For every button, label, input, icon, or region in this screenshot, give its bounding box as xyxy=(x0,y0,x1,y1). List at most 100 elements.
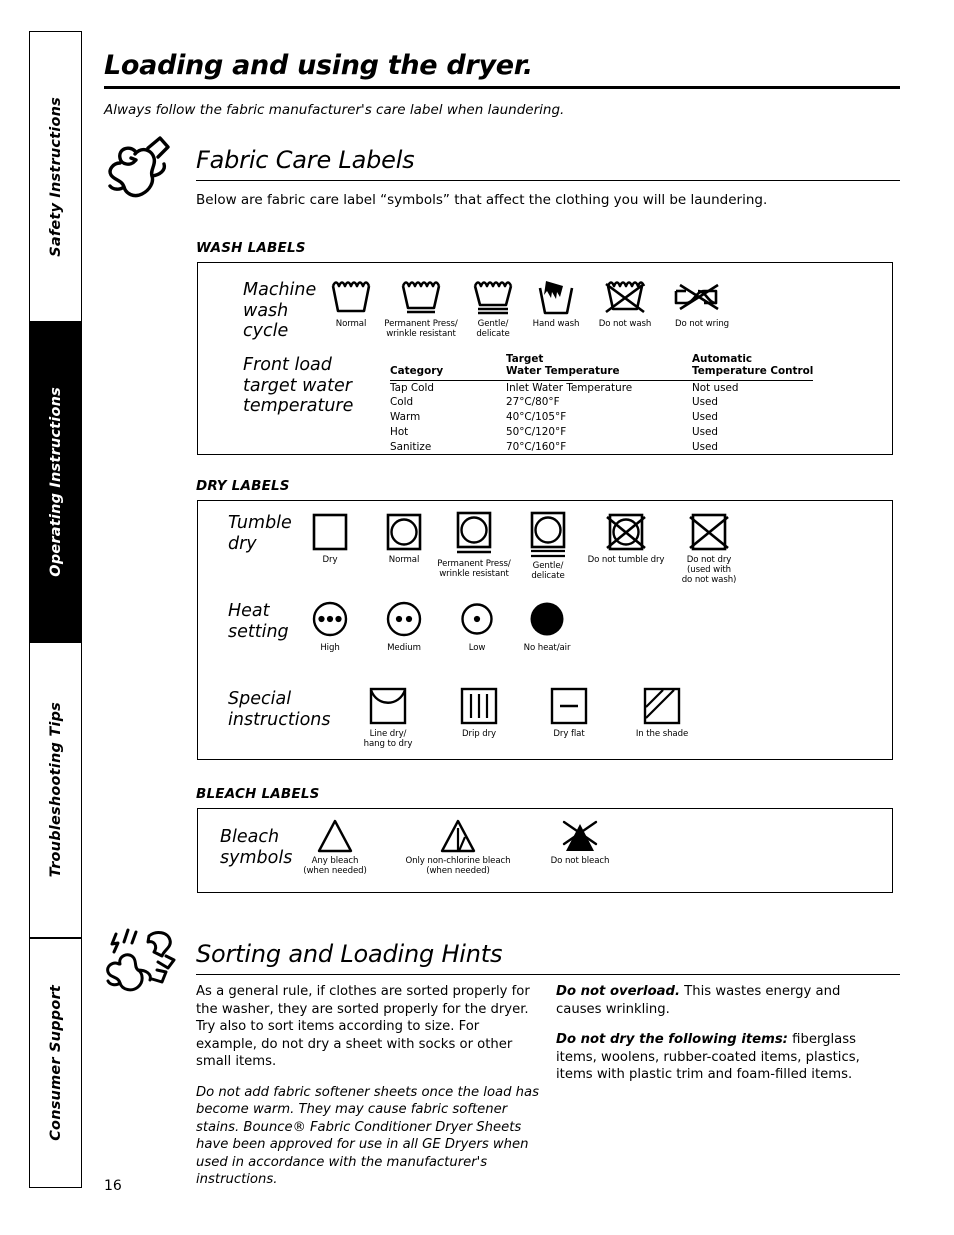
special-instructions-label: Special instructions xyxy=(228,689,331,730)
heat-setting-label: Heat setting xyxy=(228,601,289,642)
machine-wash-cycle-label: Machine wash cycle xyxy=(243,280,317,342)
hint-item: Do not overload. This wastes energy and … xyxy=(556,983,886,1018)
symbol-tumble-dry-gentle: Gentle/delicate xyxy=(515,511,581,582)
cell-category: Warm xyxy=(390,411,421,424)
symbol-no-heat-air: No heat/air xyxy=(511,599,583,654)
symbol-caption: Drip dry xyxy=(462,729,496,739)
bleach-symbols-label: Bleach symbols xyxy=(220,827,293,868)
do-not-tumble-dry-icon xyxy=(606,513,646,551)
any-bleach-icon xyxy=(317,819,353,853)
drip-dry-icon xyxy=(460,687,498,725)
symbol-heat-medium: Medium xyxy=(373,599,435,654)
symbol-washtub-permanent-press: Permanent Press/wrinkle resistant xyxy=(378,277,464,340)
symbol-heat-low: Low xyxy=(446,599,508,654)
heat-high-icon xyxy=(312,601,348,637)
sidebar-tab-label: Operating Instructions xyxy=(47,387,64,577)
fabric-care-labels-heading: Fabric Care Labels xyxy=(104,136,900,198)
cell-target-temp: 70°C/160°F xyxy=(506,440,567,453)
table-header-row: Category Target Water Temperature Automat… xyxy=(390,353,814,381)
symbol-caption: High xyxy=(320,643,340,653)
symbol-caption: Do not wash xyxy=(598,319,652,329)
symbol-non-chlorine-bleach: Only non-chlorine bleach (when needed) xyxy=(388,818,528,877)
table-row: Cold 27°C/80°F Used xyxy=(390,395,813,410)
hint-paragraph: Do not add fabric softener sheets once t… xyxy=(196,1084,539,1188)
sidebar-tab-safety-instructions[interactable]: Safety Instructions xyxy=(29,31,82,322)
cell-target-temp: Inlet Water Temperature xyxy=(506,381,633,394)
washtub-normal-icon xyxy=(331,281,371,313)
cell-atc: Not used xyxy=(692,381,739,394)
sorting-hints-right-column: Do not overload. This wastes energy and … xyxy=(556,983,886,1097)
dry-flat-icon xyxy=(550,687,588,725)
cell-category: Cold xyxy=(390,396,414,409)
symbol-tumble-dry-permanent-press: Permanent Press/wrinkle resistant xyxy=(430,511,518,580)
heat-medium-icon xyxy=(386,601,422,637)
do-not-dry-icon xyxy=(689,513,729,551)
sorting-hints-left-column: As a general rule, if clothes are sorted… xyxy=(196,983,544,1202)
manual-page: Safety Instructions Operating Instructio… xyxy=(0,0,954,1235)
cell-category: Tap Cold xyxy=(390,381,434,394)
title-rule xyxy=(104,86,900,89)
sidebar-tab-troubleshooting-tips[interactable]: Troubleshooting Tips xyxy=(29,642,82,938)
symbol-do-not-wring: Do not wring xyxy=(662,277,742,330)
sidebar-tab-label: Consumer Support xyxy=(47,985,64,1141)
wash-labels-group-label: WASH LABELS xyxy=(196,240,306,256)
dry-labels-group-label: DRY LABELS xyxy=(196,478,290,494)
cell-category: Hot xyxy=(390,425,409,438)
cell-atc: Used xyxy=(692,411,719,424)
symbol-caption: Medium xyxy=(387,643,421,653)
do-not-bleach-icon xyxy=(562,820,598,851)
cell-target-temp: 50°C/120°F xyxy=(506,425,567,438)
cell-atc: Used xyxy=(692,425,719,438)
symbol-caption: Any bleach (when needed) xyxy=(303,856,367,876)
page-title: Loading and using the dryer. xyxy=(104,50,533,81)
non-chlorine-bleach-icon xyxy=(440,819,476,853)
symbol-dry-in-shade: In the shade xyxy=(626,685,698,740)
bleach-labels-group-label: BLEACH LABELS xyxy=(196,786,320,802)
bleach-labels-panel: Bleach symbols Any bleach (when needed) On… xyxy=(197,808,893,893)
dry-in-shade-icon xyxy=(643,687,681,725)
symbol-caption: Dry flat xyxy=(553,729,585,739)
symbol-caption: Hand wash xyxy=(532,319,580,329)
fabric-care-subtitle: Below are fabric care label “symbols” th… xyxy=(196,192,768,208)
symbol-caption: No heat/air xyxy=(523,643,571,653)
hint-lead: Do not dry the following items: xyxy=(556,1032,788,1048)
symbol-do-not-tumble-dry: Do not tumble dry xyxy=(576,511,676,566)
sidebar-tab-label: Safety Instructions xyxy=(47,96,64,257)
symbol-heat-high: High xyxy=(299,599,361,654)
section-title: Fabric Care Labels xyxy=(196,146,415,174)
symbol-caption: Only non-chlorine bleach (when needed) xyxy=(405,856,511,876)
tumbling-clothes-icon xyxy=(106,928,176,992)
hint-lead: Do not overload. xyxy=(556,984,680,999)
tumble-dry-gentle-icon xyxy=(530,511,566,558)
symbol-do-not-dry: Do not dry (used with do not wash) xyxy=(671,511,747,586)
tumble-dry-permanent-press-icon xyxy=(456,511,492,554)
page-content: Loading and using the dryer. Always foll… xyxy=(104,0,914,1235)
symbol-caption: Dry xyxy=(322,555,338,565)
sidebar-tab-consumer-support[interactable]: Consumer Support xyxy=(29,938,82,1188)
symbol-any-bleach: Any bleach (when needed) xyxy=(293,818,377,877)
cell-target-temp: 40°C/105°F xyxy=(506,411,567,424)
hint-item: Do not dry the following items: fibergla… xyxy=(556,1031,886,1084)
section-title: Sorting and Loading Hints xyxy=(196,940,503,968)
symbol-caption: Do not wring xyxy=(674,319,730,329)
hint-paragraph: As a general rule, if clothes are sorted… xyxy=(196,984,530,1070)
front-load-target-water-temperature-label: Front load target water temperature xyxy=(243,355,354,417)
symbol-caption: Gentle/delicate xyxy=(531,561,565,581)
symbol-dry-flat: Dry flat xyxy=(538,685,600,740)
no-heat-air-icon xyxy=(530,602,564,636)
table-row: Sanitize 70°C/160°F Used xyxy=(390,439,813,454)
garment-figure-icon xyxy=(108,136,170,198)
symbol-line-dry: Line dry/hang to dry xyxy=(353,685,423,750)
column-header-category: Category xyxy=(390,353,506,381)
page-number: 16 xyxy=(104,1178,122,1194)
do-not-wring-icon xyxy=(674,283,719,311)
water-temperature-table: Category Target Water Temperature Automat… xyxy=(390,353,860,454)
heat-low-icon xyxy=(461,603,493,635)
table-row: Tap Cold Inlet Water Temperature Not use… xyxy=(390,380,813,395)
symbol-hand-wash: Hand wash xyxy=(523,277,589,330)
tumble-dry-label: Tumble dry xyxy=(228,513,292,554)
dry-labels-panel: Tumble dry Dry Normal Permanent Press/ w… xyxy=(197,500,893,760)
sidebar-tab-operating-instructions[interactable]: Operating Instructions xyxy=(29,322,82,642)
tumble-dry-normal-icon xyxy=(386,513,422,551)
symbol-caption: Permanent Press/wrinkle resistant xyxy=(437,559,511,579)
